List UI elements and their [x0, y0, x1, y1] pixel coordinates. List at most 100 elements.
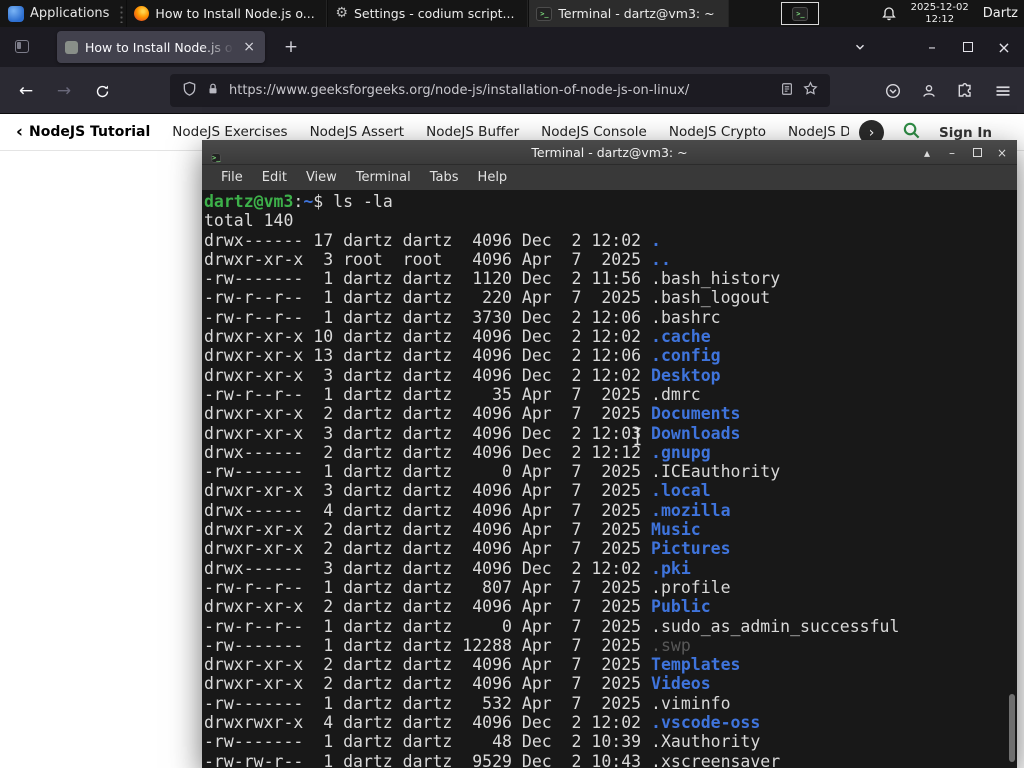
entry-meta: -rw-r--r-- 1 dartz dartz 3730 Dec 2 12:0…: [204, 307, 652, 327]
entry-meta: -rw-r--r-- 1 dartz dartz 807 Apr 7 2025: [204, 577, 652, 597]
terminal-line: drwxr-xr-x 3 dartz dartz 4096 Dec 2 12:0…: [204, 366, 1017, 385]
entry-name: .mozilla: [651, 500, 731, 520]
hamburger-menu-icon[interactable]: [987, 75, 1019, 107]
entry-name: .profile: [651, 577, 731, 597]
terminal-total-line: total 140: [204, 211, 294, 231]
terminal-line: drwxr-xr-x 2 dartz dartz 4096 Apr 7 2025…: [204, 539, 1017, 558]
task-button-firefox[interactable]: How to Install Node.js o...: [126, 0, 328, 27]
pocket-icon[interactable]: [877, 75, 909, 107]
task-button-terminal[interactable]: >_ Terminal - dartz@vm3: ~: [528, 0, 730, 27]
entry-meta: drwxr-xr-x 3 dartz dartz 4096 Apr 7 2025: [204, 481, 652, 501]
window-minimize-button[interactable]: –: [920, 35, 944, 59]
terminal-line: drwxr-xr-x 2 dartz dartz 4096 Apr 7 2025…: [204, 655, 1017, 674]
sign-in-button[interactable]: Sign In: [939, 125, 992, 141]
reload-button[interactable]: [86, 75, 118, 107]
task-button-settings[interactable]: ⚙ Settings - codium script...: [327, 0, 529, 27]
tab-favicon: [65, 40, 78, 54]
terminal-line: drwxr-xr-x 3 dartz dartz 4096 Dec 2 12:0…: [204, 424, 1017, 443]
terminal-line: -rw-r--r-- 1 dartz dartz 35 Apr 7 2025 .…: [204, 385, 1017, 404]
menu-tabs[interactable]: Tabs: [427, 170, 462, 185]
entry-name: .ICEauthority: [651, 462, 781, 482]
url-bar[interactable]: https://www.geeksforgeeks.org/node-js/in…: [170, 74, 830, 107]
nav-item-nodejs-buffer[interactable]: NodeJS Buffer: [426, 124, 519, 140]
reader-view-icon[interactable]: [780, 81, 794, 100]
prompt-path: ~: [303, 192, 314, 211]
terminal-line: drwxr-xr-x 13 dartz dartz 4096 Dec 2 12:…: [204, 346, 1017, 365]
terminal-maximize-button[interactable]: [970, 148, 984, 157]
entry-name: .vscode-oss: [651, 713, 761, 733]
nav-item-nodejs-console[interactable]: NodeJS Console: [541, 124, 647, 140]
entry-meta: drwxr-xr-x 2 dartz dartz 4096 Apr 7 2025: [204, 674, 652, 694]
account-icon[interactable]: [913, 75, 945, 107]
entry-name: Documents: [651, 404, 741, 424]
nav-item-label: NodeJS Console: [541, 124, 647, 140]
terminal-window: >_ Terminal - dartz@vm3: ~ ▴ – × File Edi…: [202, 140, 1017, 768]
entry-meta: drwxr-xr-x 3 dartz dartz 4096 Dec 2 12:0…: [204, 423, 652, 443]
terminal-line: drwx------ 17 dartz dartz 4096 Dec 2 12:…: [204, 231, 1017, 250]
url-text: https://www.geeksforgeeks.org/node-js/in…: [229, 83, 690, 98]
browser-tab[interactable]: How to Install Node.js on ×: [57, 31, 265, 63]
forward-button[interactable]: →: [48, 75, 80, 107]
firefox-view-icon[interactable]: [15, 40, 29, 53]
task-label: Terminal - dartz@vm3: ~: [558, 6, 715, 21]
browser-tab-bar: How to Install Node.js on × + – ×: [0, 27, 1024, 67]
nav-item-label: NodeJS Assert: [309, 124, 405, 140]
terminal-minimize-button[interactable]: –: [945, 146, 959, 160]
list-all-tabs-icon[interactable]: [848, 35, 872, 59]
tab-close-icon[interactable]: ×: [241, 39, 257, 55]
menu-view[interactable]: View: [303, 170, 340, 185]
tracking-shield-icon[interactable]: [182, 81, 197, 100]
extensions-icon[interactable]: [949, 75, 981, 107]
terminal-line: -rw------- 1 dartz dartz 12288 Apr 7 202…: [204, 636, 1017, 655]
user-menu[interactable]: Dartz: [983, 6, 1018, 21]
clock-time: 12:12: [925, 13, 955, 25]
prompt-separator: :: [293, 192, 304, 211]
nav-item-label: NodeJS Tutorial: [29, 124, 151, 140]
bookmark-star-icon[interactable]: [803, 81, 818, 100]
entry-meta: drwxr-xr-x 2 dartz dartz 4096 Apr 7 2025: [204, 520, 652, 540]
nav-item-nodejs-tutorial[interactable]: ‹ NodeJS Tutorial: [16, 124, 151, 141]
terminal-line: -rw-r--r-- 1 dartz dartz 0 Apr 7 2025 .s…: [204, 617, 1017, 636]
nav-item-nodejs-assert[interactable]: NodeJS Assert: [310, 124, 405, 140]
entry-name: .bash_history: [651, 269, 781, 289]
new-tab-button[interactable]: +: [278, 35, 304, 59]
menu-help[interactable]: Help: [475, 170, 511, 185]
entry-name: .: [651, 230, 661, 250]
tab-title: How to Install Node.js on: [85, 39, 235, 55]
clock[interactable]: 2025-12-02 12:12: [911, 2, 969, 26]
entry-name: Templates: [651, 655, 741, 675]
notifications-bell-icon[interactable]: [881, 6, 897, 22]
entry-name: Music: [651, 520, 701, 540]
window-close-button[interactable]: ×: [992, 35, 1016, 59]
terminal-shade-button[interactable]: ▴: [920, 146, 934, 160]
menu-file[interactable]: File: [218, 170, 246, 185]
entry-meta: -rw------- 1 dartz dartz 12288 Apr 7 202…: [204, 635, 652, 655]
terminal-close-button[interactable]: ×: [995, 146, 1009, 160]
applications-menu[interactable]: Applications: [0, 0, 117, 27]
entry-name: Pictures: [651, 539, 731, 559]
terminal-scrollbar-thumb[interactable]: [1009, 694, 1015, 762]
entry-name: Videos: [651, 674, 711, 694]
entry-meta: drwxrwxr-x 4 dartz dartz 4096 Dec 2 12:0…: [204, 713, 652, 733]
menu-terminal[interactable]: Terminal: [353, 170, 414, 185]
entry-meta: -rw------- 1 dartz dartz 1120 Dec 2 11:5…: [204, 269, 652, 289]
entry-meta: -rw------- 1 dartz dartz 0 Apr 7 2025: [204, 462, 652, 482]
terminal-prompt-line: dartz@vm3:~$ ls -la: [204, 192, 1017, 211]
nav-item-nodejs-exercises[interactable]: NodeJS Exercises: [172, 124, 287, 140]
nav-item-nodejs-crypto[interactable]: NodeJS Crypto: [669, 124, 766, 140]
entry-name: .bashrc: [651, 307, 721, 327]
clock-date: 2025-12-02: [910, 1, 969, 13]
window-maximize-button[interactable]: [956, 35, 980, 59]
terminal-output[interactable]: dartz@vm3:~$ ls -la total 140 drwx------ 1…: [202, 190, 1017, 768]
lock-icon[interactable]: [206, 81, 220, 100]
entry-name: .local: [651, 481, 711, 501]
gear-icon: ⚙: [335, 5, 348, 21]
tray-terminal-icon[interactable]: >_: [781, 2, 820, 25]
terminal-line: drwxrwxr-x 4 dartz dartz 4096 Dec 2 12:0…: [204, 713, 1017, 732]
terminal-titlebar[interactable]: >_ Terminal - dartz@vm3: ~ ▴ – ×: [202, 140, 1017, 165]
menu-edit[interactable]: Edit: [259, 170, 290, 185]
nav-item-label: NodeJS Exercises: [172, 124, 288, 140]
back-button[interactable]: ←: [10, 75, 42, 107]
entry-name: .dmrc: [651, 384, 701, 404]
entry-meta: drwxr-xr-x 3 root root 4096 Apr 7 2025: [204, 249, 652, 269]
